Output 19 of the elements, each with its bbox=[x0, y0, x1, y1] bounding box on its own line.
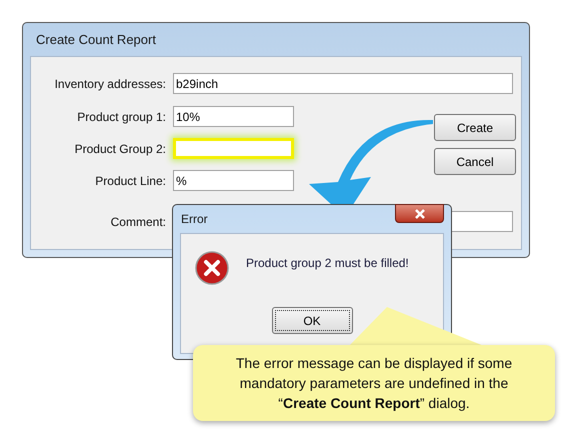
error-icon bbox=[195, 251, 229, 285]
field-label: Product group 1: bbox=[76, 108, 166, 126]
dialog-button[interactable]: Create bbox=[434, 114, 516, 141]
input-field[interactable]: 10% bbox=[173, 106, 294, 127]
field-label: Inventory addresses: bbox=[54, 76, 166, 92]
error-message: Product group 2 must be filled! bbox=[246, 255, 409, 272]
close-icon bbox=[414, 208, 426, 218]
ok-button[interactable]: OK bbox=[272, 307, 352, 334]
field-label: Product Group 2: bbox=[74, 140, 166, 158]
field-label: Comment: bbox=[110, 214, 166, 230]
error-title: Error bbox=[181, 211, 208, 228]
input-field[interactable] bbox=[173, 138, 294, 159]
field-label: Product Line: bbox=[94, 172, 166, 190]
input-field[interactable]: % bbox=[173, 170, 294, 191]
callout-text: The error message can be displayed if some mandatory parameters are undefined in the “Create Count Report” dialog. bbox=[234, 354, 514, 413]
input-field[interactable]: b29inch bbox=[173, 73, 513, 94]
dialog-button[interactable]: Cancel bbox=[434, 148, 516, 175]
window-title: Create Count Report bbox=[36, 30, 156, 49]
close-button[interactable] bbox=[395, 204, 444, 223]
